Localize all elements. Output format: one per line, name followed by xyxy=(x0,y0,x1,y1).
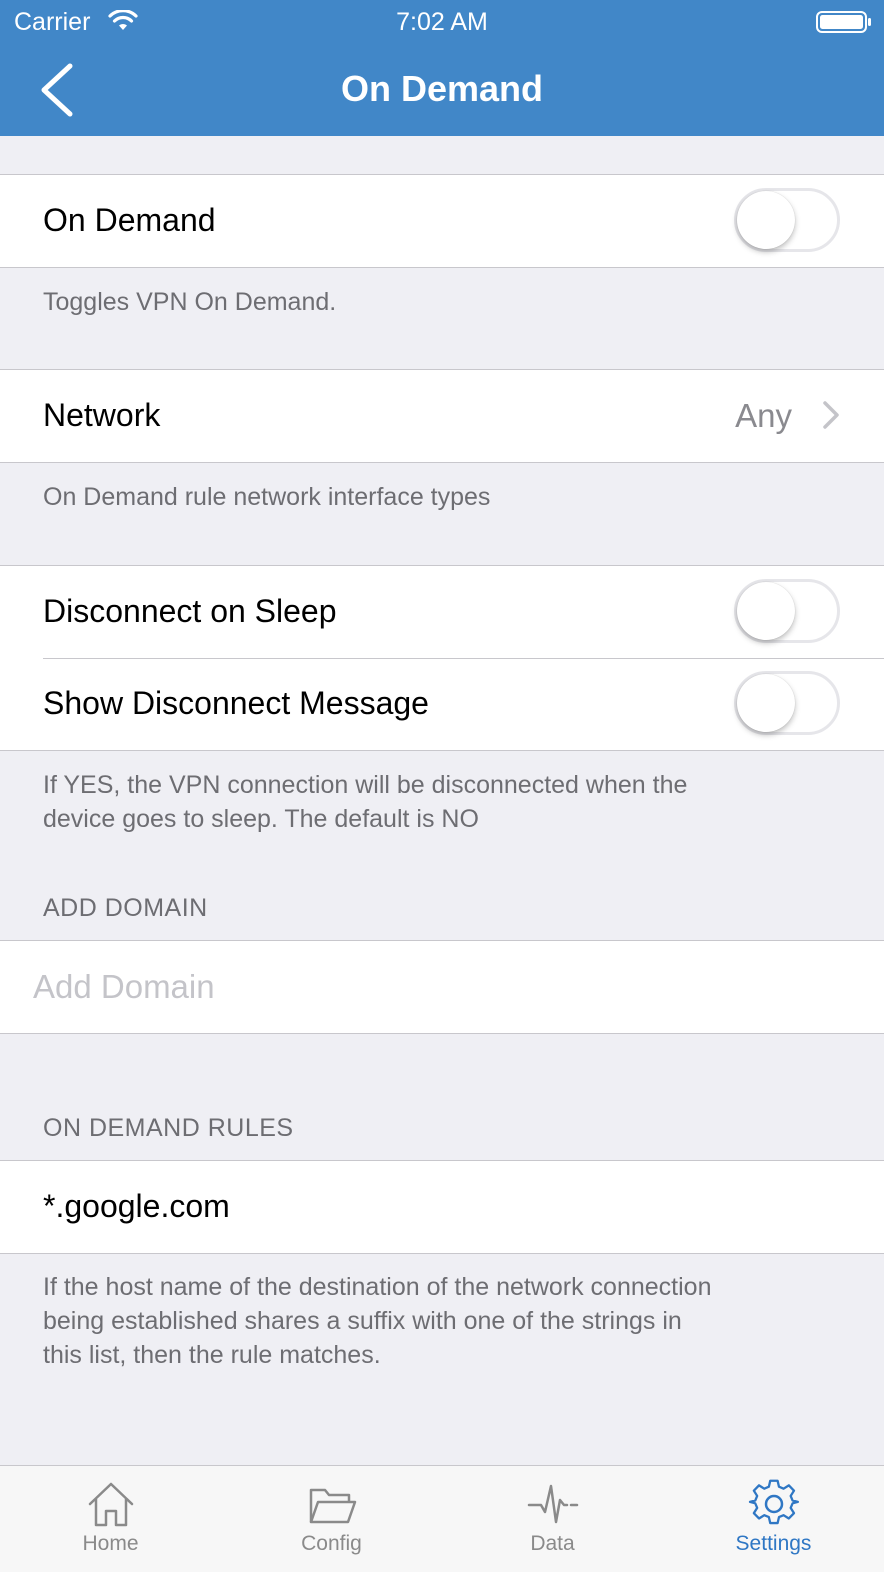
network-cell[interactable]: Network Any xyxy=(0,370,884,462)
rules-footer-line: this list, then the rule matches. xyxy=(43,1341,381,1369)
on-demand-switch[interactable] xyxy=(734,188,840,252)
switch-knob xyxy=(737,191,795,249)
tab-data[interactable]: Data xyxy=(442,1466,663,1572)
tab-label: Data xyxy=(530,1532,575,1555)
home-icon xyxy=(88,1482,134,1527)
sleep-footer-line: If YES, the VPN connection will be disco… xyxy=(43,771,688,799)
on-demand-rules-group: *.google.com xyxy=(0,1160,884,1254)
add-domain-header: ADD DOMAIN xyxy=(43,894,208,922)
status-time: 7:02 AM xyxy=(396,8,488,36)
navigation-bar: On Demand xyxy=(0,44,884,136)
on-demand-footer: Toggles VPN On Demand. xyxy=(43,288,337,316)
on-demand-group: On Demand xyxy=(0,174,884,268)
sleep-group: Disconnect on Sleep Show Disconnect Mess… xyxy=(0,565,884,751)
status-bar: Carrier 7:02 AM xyxy=(0,0,884,44)
on-demand-cell: On Demand xyxy=(0,175,884,267)
page-title: On Demand xyxy=(340,68,544,109)
tab-settings[interactable]: Settings xyxy=(663,1466,884,1572)
rules-footer-line: being established shares a suffix with o… xyxy=(43,1307,682,1335)
network-group: Network Any xyxy=(0,369,884,463)
on-demand-label: On Demand xyxy=(43,202,216,238)
activity-icon xyxy=(527,1484,579,1524)
gear-icon xyxy=(748,1479,799,1525)
disconnect-on-sleep-cell: Disconnect on Sleep xyxy=(0,566,884,658)
rule-domain-label: *.google.com xyxy=(43,1188,230,1224)
tab-bar: Home Config Data Settings xyxy=(0,1465,884,1572)
add-domain-group xyxy=(0,940,884,1034)
tab-label: Home xyxy=(82,1532,139,1555)
folder-icon xyxy=(309,1488,357,1524)
on-demand-rules-header: ON DEMAND RULES xyxy=(43,1114,294,1142)
tab-label: Config xyxy=(301,1532,362,1555)
network-footer: On Demand rule network interface types xyxy=(43,483,491,511)
tab-home[interactable]: Home xyxy=(0,1466,221,1572)
list-item[interactable]: *.google.com xyxy=(0,1161,884,1253)
switch-knob xyxy=(737,582,795,640)
network-value: Any xyxy=(735,397,792,434)
switch-knob xyxy=(737,674,795,732)
sleep-footer: If YES, the VPN connection will be disco… xyxy=(43,768,843,836)
show-disconnect-message-cell: Show Disconnect Message xyxy=(0,658,884,750)
tab-config[interactable]: Config xyxy=(221,1466,442,1572)
disconnect-on-sleep-switch[interactable] xyxy=(734,579,840,643)
disconnect-on-sleep-label: Disconnect on Sleep xyxy=(43,593,337,629)
battery-icon xyxy=(816,11,871,33)
tab-label: Settings xyxy=(735,1532,812,1555)
show-disconnect-message-switch[interactable] xyxy=(734,671,840,735)
add-domain-cell xyxy=(0,941,884,1033)
network-label: Network xyxy=(43,397,161,433)
rules-footer-line: If the host name of the destination of t… xyxy=(43,1273,712,1301)
rules-footer: If the host name of the destination of t… xyxy=(43,1270,843,1372)
add-domain-input[interactable] xyxy=(33,965,833,1009)
sleep-footer-line: device goes to sleep. The default is NO xyxy=(43,805,479,833)
chevron-right-icon xyxy=(823,401,839,429)
show-disconnect-message-label: Show Disconnect Message xyxy=(43,685,429,721)
